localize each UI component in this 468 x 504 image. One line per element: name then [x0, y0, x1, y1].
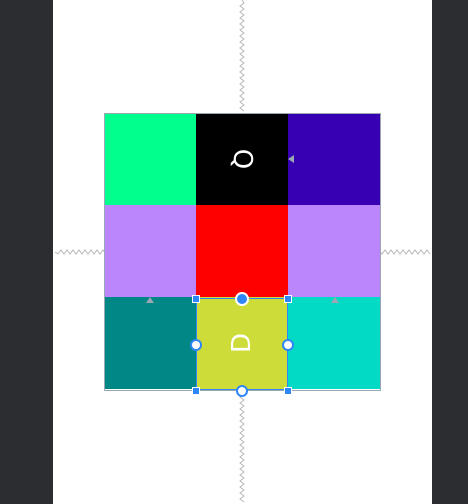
cell-cyan[interactable]	[288, 297, 380, 389]
resize-handle-bottom-right[interactable]	[284, 387, 292, 395]
cell-red[interactable]	[196, 205, 288, 297]
cell-lavender-right[interactable]	[288, 205, 380, 297]
constraint-anchor-bottom[interactable]	[236, 385, 248, 397]
cell-teal[interactable]	[104, 297, 196, 389]
cell-lime-selected[interactable]: D	[196, 297, 288, 389]
resize-handle-bottom-left[interactable]	[192, 387, 200, 395]
constraint-anchor-top[interactable]	[235, 292, 249, 306]
editor-right-gutter	[432, 0, 468, 504]
editor-left-gutter	[0, 0, 53, 504]
cell-label: Q	[227, 148, 257, 170]
cell-lavender-left[interactable]	[104, 205, 196, 297]
resize-handle-top-right[interactable]	[284, 295, 292, 303]
constraint-anchor-left[interactable]	[190, 339, 202, 351]
resize-handle-top-left[interactable]	[192, 295, 200, 303]
cell-label: D	[227, 332, 257, 354]
cell-green[interactable]	[104, 113, 196, 205]
cell-indigo[interactable]	[288, 113, 380, 205]
cell-black[interactable]: Q	[196, 113, 288, 205]
constraint-anchor-right[interactable]	[282, 339, 294, 351]
